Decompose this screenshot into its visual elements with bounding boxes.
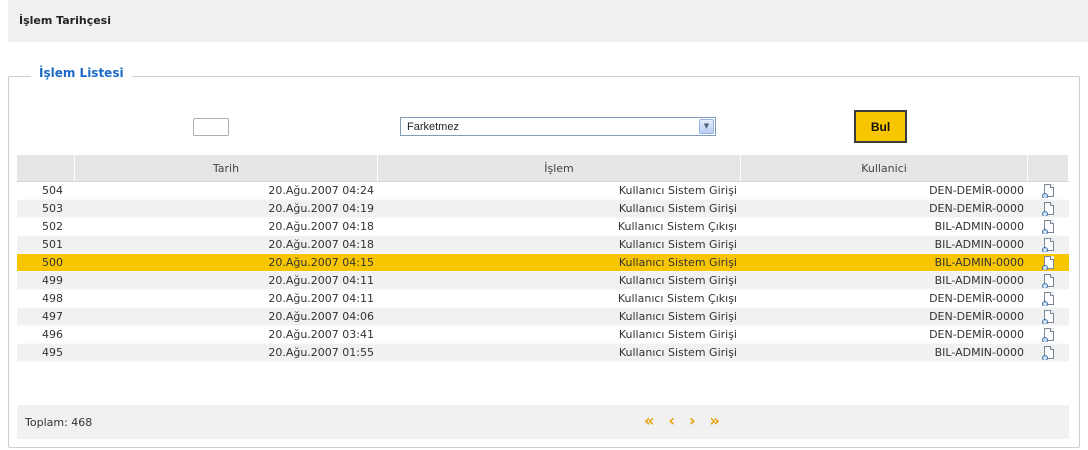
page-header: İşlem Tarihçesi (8, 0, 1088, 42)
header-date[interactable]: Tarih (75, 155, 378, 181)
header-operation[interactable]: İşlem (378, 155, 741, 181)
row-operation: Kullanıcı Sistem Girişi (618, 274, 737, 287)
document-view-icon[interactable] (1041, 291, 1055, 306)
row-operation: Kullanıcı Sistem Girişi (618, 238, 737, 251)
row-date: 20.Ağu.2007 03:41 (268, 328, 374, 341)
document-view-icon[interactable] (1041, 345, 1055, 360)
table-row[interactable]: 495 20.Ağu.2007 01:55 Kullanıcı Sistem Gir… (17, 344, 1069, 362)
row-date: 20.Ağu.2007 04:11 (268, 274, 374, 287)
row-id: 496 (42, 328, 63, 341)
row-actions (1028, 327, 1069, 342)
row-date: 20.Ağu.2007 04:11 (268, 292, 374, 305)
row-operation: Kullanıcı Sistem Girişi (618, 328, 737, 341)
table-row[interactable]: 502 20.Ağu.2007 04:18 Kullanıcı Sistem Çık… (17, 218, 1069, 236)
table-row[interactable]: 498 20.Ağu.2007 04:11 Kullanıcı Sistem Çık… (17, 290, 1069, 308)
row-actions (1028, 309, 1069, 324)
chevron-down-icon[interactable]: ▼ (699, 119, 714, 134)
find-button[interactable]: Bul (854, 110, 907, 143)
operation-select-value: Farketmez (407, 121, 459, 133)
row-operation: Kullanıcı Sistem Girişi (618, 202, 737, 215)
row-user: BIL-ADMIN-0000 (934, 274, 1024, 287)
table-footer: Toplam: 468 « ‹ › » (17, 405, 1069, 439)
panel-legend: İşlem Listesi (31, 66, 132, 80)
header-user[interactable]: Kullanici (741, 155, 1028, 181)
row-user: DEN-DEMİR-0000 (929, 328, 1024, 341)
document-view-icon[interactable] (1041, 327, 1055, 342)
row-user: BIL-ADMIN-0000 (934, 220, 1024, 233)
row-operation: Kullanıcı Sistem Girişi (618, 310, 737, 323)
row-actions (1028, 255, 1069, 270)
row-user: BIL-ADMIN-0000 (934, 238, 1024, 251)
row-date: 20.Ağu.2007 04:19 (268, 202, 374, 215)
header-id (17, 155, 75, 181)
row-operation: Kullanıcı Sistem Girişi (618, 184, 737, 197)
row-date: 20.Ağu.2007 04:18 (268, 238, 374, 251)
next-page-icon[interactable]: › (689, 412, 696, 430)
row-actions (1028, 237, 1069, 252)
row-user: BIL-ADMIN-0000 (934, 256, 1024, 269)
filter-input[interactable] (193, 118, 229, 136)
first-page-icon[interactable]: « (644, 412, 654, 430)
pagination: « ‹ › » (644, 412, 720, 430)
row-date: 20.Ağu.2007 04:15 (268, 256, 374, 269)
table-body: 504 20.Ağu.2007 04:24 Kullanıcı Sistem Gir… (17, 182, 1069, 362)
row-operation: Kullanıcı Sistem Girişi (618, 346, 737, 359)
row-id: 504 (42, 184, 63, 197)
document-view-icon[interactable] (1041, 201, 1055, 216)
row-operation: Kullanıcı Sistem Girişi (618, 256, 737, 269)
row-date: 20.Ağu.2007 01:55 (268, 346, 374, 359)
document-view-icon[interactable] (1041, 273, 1055, 288)
row-id: 500 (42, 256, 63, 269)
document-view-icon[interactable] (1041, 309, 1055, 324)
row-id: 502 (42, 220, 63, 233)
row-user: DEN-DEMİR-0000 (929, 184, 1024, 197)
table-row[interactable]: 503 20.Ağu.2007 04:19 Kullanıcı Sistem Gir… (17, 200, 1069, 218)
header-actions (1028, 155, 1069, 181)
row-user: DEN-DEMİR-0000 (929, 292, 1024, 305)
row-user: BIL-ADMIN-0000 (934, 346, 1024, 359)
row-operation: Kullanıcı Sistem Çıkışı (617, 220, 737, 233)
table-row[interactable]: 501 20.Ağu.2007 04:18 Kullanıcı Sistem Gir… (17, 236, 1069, 254)
operation-select[interactable]: Farketmez ▼ (400, 117, 716, 136)
table-row[interactable]: 497 20.Ağu.2007 04:06 Kullanıcı Sistem Gir… (17, 308, 1069, 326)
table-row[interactable]: 504 20.Ağu.2007 04:24 Kullanıcı Sistem Gir… (17, 182, 1069, 200)
row-user: DEN-DEMİR-0000 (929, 202, 1024, 215)
page-title: İşlem Tarihçesi (19, 14, 111, 27)
row-actions (1028, 183, 1069, 198)
transaction-table: Tarih İşlem Kullanici 504 20.Ağu.2007 04:… (17, 155, 1069, 362)
document-view-icon[interactable] (1041, 255, 1055, 270)
row-id: 495 (42, 346, 63, 359)
row-user: DEN-DEMİR-0000 (929, 310, 1024, 323)
row-operation: Kullanıcı Sistem Çıkışı (617, 292, 737, 305)
total-count: Toplam: 468 (25, 416, 93, 429)
row-actions (1028, 345, 1069, 360)
document-view-icon[interactable] (1041, 183, 1055, 198)
row-id: 497 (42, 310, 63, 323)
last-page-icon[interactable]: » (710, 412, 720, 430)
row-date: 20.Ağu.2007 04:06 (268, 310, 374, 323)
row-actions (1028, 201, 1069, 216)
table-header: Tarih İşlem Kullanici (17, 155, 1069, 182)
row-actions (1028, 291, 1069, 306)
table-row[interactable]: 496 20.Ağu.2007 03:41 Kullanıcı Sistem Gir… (17, 326, 1069, 344)
prev-page-icon[interactable]: ‹ (668, 412, 675, 430)
row-id: 503 (42, 202, 63, 215)
document-view-icon[interactable] (1041, 237, 1055, 252)
row-date: 20.Ağu.2007 04:24 (268, 184, 374, 197)
row-id: 498 (42, 292, 63, 305)
row-date: 20.Ağu.2007 04:18 (268, 220, 374, 233)
document-view-icon[interactable] (1041, 219, 1055, 234)
row-id: 499 (42, 274, 63, 287)
row-actions (1028, 219, 1069, 234)
table-row[interactable]: 500 20.Ağu.2007 04:15 Kullanıcı Sistem Gir… (17, 254, 1069, 272)
row-id: 501 (42, 238, 63, 251)
table-row[interactable]: 499 20.Ağu.2007 04:11 Kullanıcı Sistem Gir… (17, 272, 1069, 290)
row-actions (1028, 273, 1069, 288)
